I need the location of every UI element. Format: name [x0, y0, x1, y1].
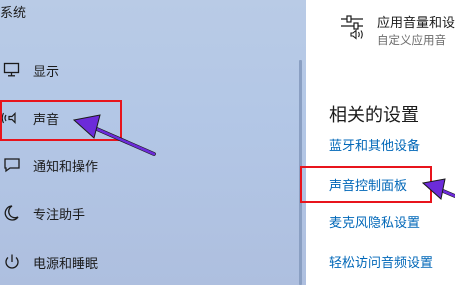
- related-settings-heading: 相关的设置: [329, 105, 419, 126]
- notification-icon: [2, 155, 22, 175]
- settings-sidebar: 系统 显示 声音 通知和操作 专注助手 电源和睡眠: [0, 0, 306, 285]
- sidebar-item-label: 电源和睡眠: [33, 256, 99, 272]
- bluetooth-devices-link[interactable]: 蓝牙和其他设备: [329, 135, 420, 154]
- sidebar-item-label: 显示: [33, 64, 60, 80]
- mixer-sliders-icon: [339, 14, 367, 40]
- highlight-box-sound: [0, 100, 122, 141]
- highlight-box-control-panel: [300, 166, 432, 203]
- sidebar-item-display[interactable]: 显示: [0, 52, 296, 88]
- power-icon: [2, 252, 22, 272]
- sidebar-item-power-sleep[interactable]: 电源和睡眠: [0, 244, 296, 280]
- sidebar-item-notifications[interactable]: 通知和操作: [0, 147, 296, 183]
- monitor-icon: [2, 60, 22, 80]
- moon-icon: [2, 203, 22, 223]
- app-volume-title[interactable]: 应用音量和设: [377, 12, 455, 31]
- sidebar-title: 系统: [0, 6, 27, 21]
- sidebar-item-focus-assist[interactable]: 专注助手: [0, 195, 296, 231]
- app-volume-subtitle: 自定义应用音: [377, 33, 446, 47]
- microphone-privacy-link[interactable]: 麦克风隐私设置: [329, 212, 420, 231]
- sidebar-item-label: 专注助手: [33, 207, 86, 223]
- ease-of-access-audio-link[interactable]: 轻松访问音频设置: [329, 252, 433, 271]
- sidebar-item-label: 通知和操作: [33, 159, 99, 175]
